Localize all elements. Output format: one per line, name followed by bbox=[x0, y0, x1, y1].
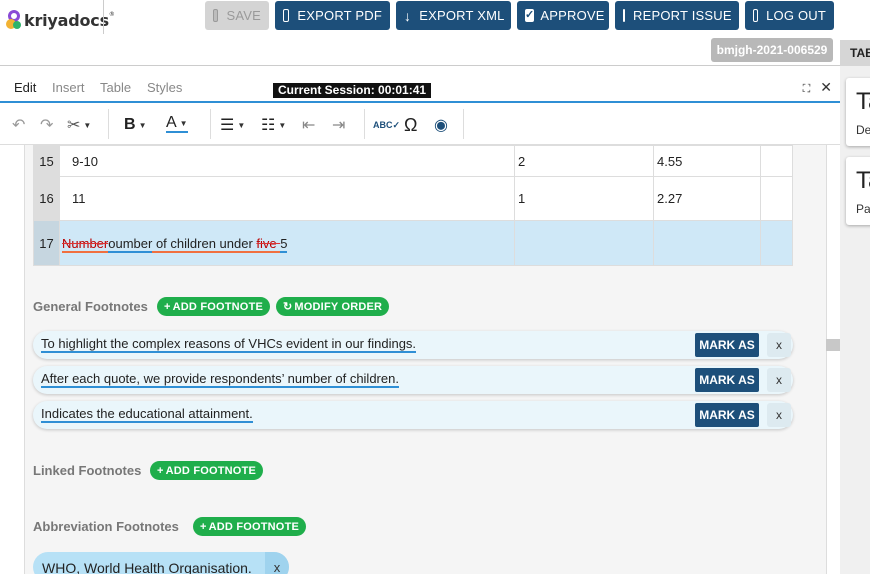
scrollbar-thumb[interactable] bbox=[826, 339, 840, 351]
abbreviation-footnotes-title: Abbreviation Footnotes bbox=[33, 519, 179, 534]
font-color-icon[interactable]: A ▼ bbox=[166, 114, 188, 133]
divider bbox=[108, 109, 109, 139]
document-id-badge: bmjgh-2021-006529 bbox=[711, 38, 833, 62]
scrollbar[interactable] bbox=[826, 145, 840, 574]
numbered-list-icon[interactable]: ☷ ▼ bbox=[261, 115, 286, 135]
linked-footnotes-title: Linked Footnotes bbox=[33, 463, 142, 478]
check-icon: ✓ bbox=[525, 9, 535, 22]
footnote-text[interactable]: After each quote, we provide respondents… bbox=[41, 372, 399, 388]
add-abbreviation-footnote-button[interactable]: + ADD FOOTNOTE bbox=[193, 517, 307, 536]
row-number: 17 bbox=[33, 220, 60, 266]
editor: Edit Insert Table Styles Current Session… bbox=[0, 66, 840, 574]
special-char-icon[interactable]: Ω bbox=[404, 115, 417, 135]
spellcheck-icon[interactable]: ABC✓ bbox=[373, 115, 400, 135]
menu-styles[interactable]: Styles bbox=[147, 80, 182, 95]
menu-insert[interactable]: Insert bbox=[52, 80, 85, 95]
redo-icon[interactable]: ↷ bbox=[40, 115, 53, 135]
logo: kriyadocs® bbox=[6, 8, 115, 32]
window-controls: ⛶ ✕ bbox=[803, 79, 832, 96]
abbreviation-chip[interactable]: WHO, World Health Organisation. x bbox=[33, 552, 289, 574]
download-icon: ↓ bbox=[404, 7, 412, 24]
table-cell-edited[interactable]: Numberoumber of children under five 5 bbox=[59, 220, 515, 266]
add-linked-footnote-button[interactable]: + ADD FOOTNOTE bbox=[150, 461, 264, 480]
divider bbox=[463, 109, 464, 139]
remove-footnote-button[interactable]: x bbox=[767, 403, 791, 427]
table-cell[interactable] bbox=[760, 145, 793, 177]
bold-icon[interactable]: B ▼ bbox=[124, 115, 146, 135]
table-row: 15 9-10 2 4.55 bbox=[33, 145, 793, 177]
table-cell[interactable]: 9-10 bbox=[59, 145, 515, 177]
remove-footnote-button[interactable]: x bbox=[767, 368, 791, 392]
menu-table[interactable]: Table bbox=[100, 80, 131, 95]
expand-icon[interactable]: ⛶ bbox=[803, 83, 811, 95]
save-button[interactable]: SAVE bbox=[205, 1, 269, 30]
footnote-item: After each quote, we provide respondents… bbox=[33, 366, 793, 394]
kriyadocs-logo-icon bbox=[6, 10, 22, 30]
table-row-selected: 17 Numberoumber of children under five 5 bbox=[33, 220, 793, 266]
table-cell[interactable]: 2.27 bbox=[653, 176, 761, 221]
editor-toolbar: ↶ ↷ ✂ ▼ B ▼ A ▼ ☰ ▼ ☷ ▼ ⇤ ⇥ ABC✓ Ω ◉ bbox=[0, 105, 840, 145]
table-cell[interactable] bbox=[514, 220, 654, 266]
remove-footnote-button[interactable]: x bbox=[767, 333, 791, 357]
logout-button[interactable]: LOG OUT bbox=[745, 1, 834, 30]
cut-icon[interactable]: ✂ ▼ bbox=[67, 115, 91, 135]
side-card[interactable]: Ta Pa bbox=[846, 157, 870, 225]
pdf-icon bbox=[283, 9, 290, 22]
top-bar: kriyadocs® SAVE EXPORT PDF ↓ EXPORT XML ✓… bbox=[0, 0, 870, 66]
mark-as-button[interactable]: MARK AS bbox=[695, 333, 759, 357]
table-cell[interactable] bbox=[760, 220, 793, 266]
logout-icon bbox=[753, 9, 759, 22]
plus-icon: + bbox=[157, 464, 164, 477]
abbreviation-text: WHO, World Health Organisation. bbox=[42, 560, 252, 574]
logo-text: kriyadocs® bbox=[24, 10, 115, 30]
deleted-text: Number bbox=[62, 235, 109, 251]
divider bbox=[103, 0, 104, 34]
export-xml-button[interactable]: ↓ EXPORT XML bbox=[396, 1, 511, 30]
approve-button[interactable]: ✓ APPROVE bbox=[517, 1, 609, 30]
table-cell[interactable] bbox=[760, 176, 793, 221]
deleted-text: five bbox=[256, 235, 281, 251]
modify-order-button[interactable]: ↻ MODIFY ORDER bbox=[276, 297, 390, 316]
table-cell[interactable]: 1 bbox=[514, 176, 654, 221]
table-cell[interactable]: 4.55 bbox=[653, 145, 761, 177]
divider bbox=[210, 109, 211, 139]
menu-edit[interactable]: Edit bbox=[14, 80, 36, 95]
plus-icon: + bbox=[164, 300, 171, 313]
close-icon[interactable]: ✕ bbox=[820, 79, 832, 95]
preview-icon[interactable]: ◉ bbox=[434, 115, 448, 135]
table-cell[interactable] bbox=[653, 220, 761, 266]
side-panel-tab[interactable]: TAB bbox=[840, 40, 870, 66]
general-footnotes-title: General Footnotes bbox=[33, 299, 148, 314]
refresh-icon: ↻ bbox=[283, 301, 293, 313]
side-card[interactable]: Ta De bbox=[846, 78, 870, 146]
table-row: 16 11 1 2.27 bbox=[33, 176, 793, 221]
report-issue-button[interactable]: REPORT ISSUE bbox=[615, 1, 739, 30]
divider bbox=[364, 109, 365, 139]
data-table: 15 9-10 2 4.55 16 11 1 2.27 17 Numberoum… bbox=[33, 145, 793, 266]
save-icon bbox=[213, 9, 219, 22]
undo-icon[interactable]: ↶ bbox=[12, 115, 25, 135]
add-general-footnote-button[interactable]: + ADD FOOTNOTE bbox=[157, 297, 271, 316]
export-pdf-button[interactable]: EXPORT PDF bbox=[275, 1, 390, 30]
remove-abbreviation-button[interactable]: x bbox=[265, 552, 289, 574]
tracked-change-text: Numberoumber of children under five 5 bbox=[62, 235, 288, 253]
row-number: 15 bbox=[33, 145, 60, 177]
indent-icon[interactable]: ⇥ bbox=[332, 115, 345, 135]
session-timer: Current Session: 00:01:41 bbox=[273, 83, 432, 98]
editor-menubar: Edit Insert Table Styles Current Session… bbox=[0, 66, 840, 103]
table-cell[interactable]: 2 bbox=[514, 145, 654, 177]
footnote-item: To highlight the complex reasons of VHCs… bbox=[33, 331, 793, 359]
mark-as-button[interactable]: MARK AS bbox=[695, 403, 759, 427]
outdent-icon[interactable]: ⇤ bbox=[302, 115, 315, 135]
footnote-item: Indicates the educational attainment. MA… bbox=[33, 401, 793, 429]
report-icon bbox=[623, 9, 625, 22]
mark-as-button[interactable]: MARK AS bbox=[695, 368, 759, 392]
footnote-text[interactable]: To highlight the complex reasons of VHCs… bbox=[41, 337, 417, 353]
table-cell[interactable]: 11 bbox=[59, 176, 515, 221]
bullet-list-icon[interactable]: ☰ ▼ bbox=[220, 115, 245, 135]
plus-icon: + bbox=[200, 520, 207, 533]
document-content: 15 9-10 2 4.55 16 11 1 2.27 17 Numberoum… bbox=[24, 145, 840, 574]
row-number: 16 bbox=[33, 176, 60, 221]
footnote-text[interactable]: Indicates the educational attainment. bbox=[41, 407, 253, 423]
